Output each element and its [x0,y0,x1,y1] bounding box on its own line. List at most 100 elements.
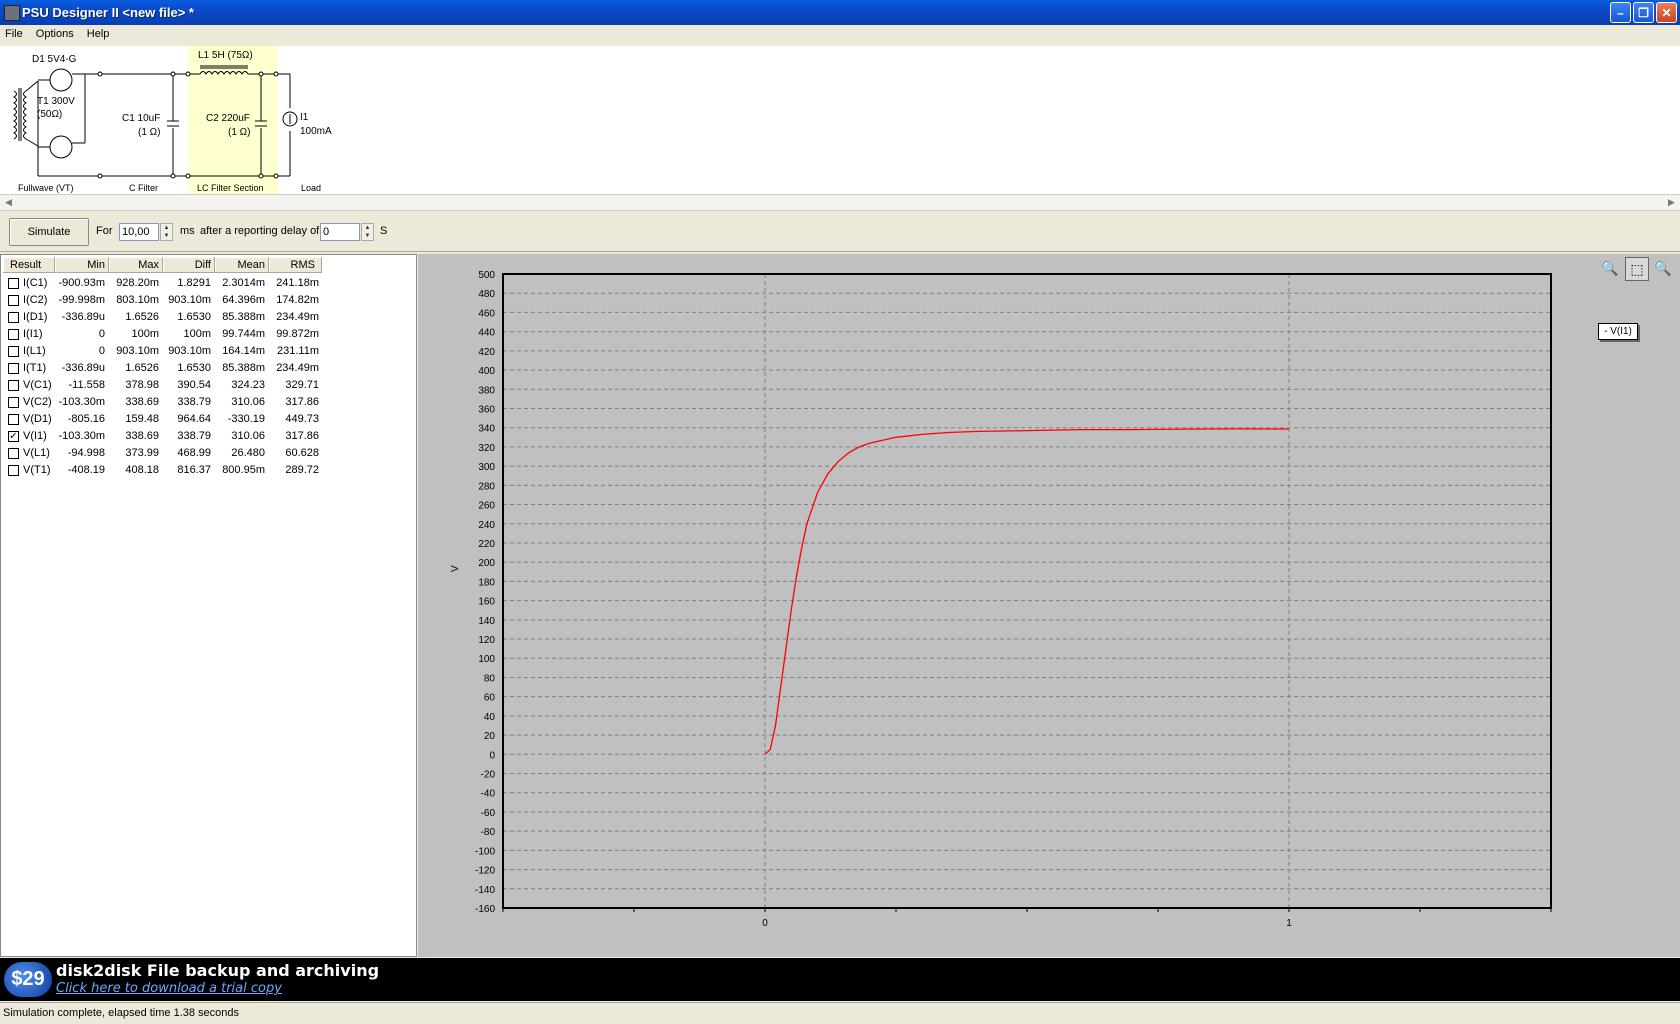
y-tick-label: -20 [481,770,496,781]
table-row[interactable]: V(T1) -408.19 408.18 816.37 800.95m 289.72 [1,462,418,479]
table-row[interactable]: I(T1) -336.89u 1.6526 1.6530 85.388m 234.49m [1,360,418,377]
y-tick-label: -120 [475,866,495,877]
y-axis-label: V [450,565,461,572]
duration-input[interactable] [119,223,159,241]
header-diff[interactable]: Diff [163,257,215,273]
header-rms[interactable]: RMS [269,257,322,273]
result-min: -103.30m [58,396,105,408]
voltage-chart[interactable]: 5004804604404204003803603403203002802602… [418,254,1680,957]
header-mean[interactable]: Mean [215,257,269,273]
for-label: For [96,225,113,237]
close-button[interactable]: ✕ [1656,2,1677,23]
section-c-filter[interactable]: C Filter [129,183,158,193]
menu-options[interactable]: Options [31,25,79,43]
result-rms: 234.49m [276,362,319,374]
result-min: -99.998m [58,294,105,306]
menu-file[interactable]: File [0,25,28,43]
y-tick-label: 300 [478,462,495,473]
y-tick-label: 180 [478,577,495,588]
result-rms: 234.49m [276,311,319,323]
menu-bar: File Options Help [0,25,1680,46]
section-fullwave[interactable]: Fullwave (VT) [18,183,74,193]
app-icon[interactable] [4,5,20,21]
result-min: -11.558 [68,379,106,391]
section-lc-filter[interactable]: LC Filter Section [197,183,264,193]
result-diff: 816.37 [177,464,211,476]
result-rms: 60.628 [285,447,319,459]
y-tick-label: 40 [484,712,496,723]
result-checkbox[interactable]: ✓ [8,431,19,442]
result-rms: 241.18m [276,277,319,289]
y-tick-label: 100 [478,654,495,665]
t1-label: T1 300V [37,96,75,107]
y-tick-label: 260 [478,501,495,512]
trial-download-link[interactable]: Click here to download a trial copy [56,981,282,996]
result-max: 928.20m [116,277,159,289]
result-max: 408.18 [125,464,159,476]
delay-spinner[interactable]: ▲ ▼ [361,223,374,241]
header-max[interactable]: Max [109,257,163,273]
delay-input[interactable] [320,223,360,241]
chart-grid [503,274,1551,908]
result-checkbox[interactable] [8,278,19,289]
result-min: -336.89u [61,311,105,323]
result-checkbox[interactable] [8,465,19,476]
ad-banner[interactable]: $29 disk2disk File backup and archiving … [0,958,1680,1001]
header-min[interactable]: Min [55,257,109,273]
y-tick-label: 460 [478,308,495,319]
minimize-button[interactable]: – [1610,2,1631,23]
result-rms: 317.86 [285,430,319,442]
result-diff: 338.79 [177,430,211,442]
result-checkbox[interactable] [8,414,19,425]
result-checkbox[interactable] [8,363,19,374]
result-checkbox[interactable] [8,329,19,340]
result-checkbox[interactable] [8,346,19,357]
table-row[interactable]: I(I1) 0 100m 100m 99.744m 99.872m [1,326,418,343]
simulate-button[interactable]: Simulate [9,218,89,246]
table-row[interactable]: ✓ V(I1) -103.30m 338.69 338.79 310.06 317.86 [1,428,418,445]
result-mean: 26.480 [231,447,265,459]
l1-label: L1 5H (75Ω) [198,50,253,61]
menu-help[interactable]: Help [82,25,115,43]
result-max: 338.69 [125,430,159,442]
delay-label: after a reporting delay of [200,225,320,237]
table-row[interactable]: I(C1) -900.93m 928.20m 1.8291 2.3014m 241.18m [1,275,418,292]
schematic-scrollbar[interactable]: ◀ ▶ [0,194,1680,211]
result-mean: 64.396m [222,294,265,306]
result-min: -336.89u [61,362,105,374]
scroll-right-icon[interactable]: ▶ [1663,195,1680,210]
result-checkbox[interactable] [8,448,19,459]
result-mean: 85.388m [222,362,265,374]
table-row[interactable]: V(D1) -805.16 159.48 964.64 -330.19 449.73 [1,411,418,428]
restore-button[interactable]: ❐ [1633,2,1654,23]
table-row[interactable]: I(L1) 0 903.10m 903.10m 164.14m 231.11m [1,343,418,360]
table-row[interactable]: V(L1) -94.998 373.99 468.99 26.480 60.628 [1,445,418,462]
result-max: 159.48 [125,413,159,425]
result-checkbox[interactable] [8,295,19,306]
duration-spinner[interactable]: ▲ ▼ [160,223,173,241]
section-load[interactable]: Load [301,183,321,193]
result-mean: 310.06 [231,396,265,408]
result-rms: 231.11m [277,345,319,357]
simulation-toolbar: Simulate For ▲▼ ms after a reporting del… [0,211,1680,252]
result-name: I(C1) [23,277,48,289]
results-table: Result Min Max Diff Mean RMS I(C1) -900.9… [0,254,417,957]
result-checkbox[interactable] [8,380,19,391]
x-tick-label: 1 [1286,918,1292,929]
table-row[interactable]: V(C2) -103.30m 338.69 338.79 310.06 317.86 [1,394,418,411]
result-min: -94.998 [67,447,105,459]
result-checkbox[interactable] [8,312,19,323]
chart-legend[interactable]: - V(I1) [1598,323,1638,340]
result-min: -103.30m [58,430,105,442]
table-row[interactable]: V(C1) -11.558 378.98 390.54 324.23 329.71 [1,377,418,394]
result-diff: 100m [183,328,211,340]
result-diff: 1.6530 [177,311,211,323]
table-row[interactable]: I(C2) -99.998m 803.10m 903.10m 64.396m 174.82… [1,292,418,309]
header-result[interactable]: Result [3,257,55,273]
result-rms: 329.71 [285,379,319,391]
result-max: 100m [131,328,159,340]
result-checkbox[interactable] [8,397,19,408]
scroll-left-icon[interactable]: ◀ [0,195,17,210]
result-name: V(T1) [23,464,51,476]
table-row[interactable]: I(D1) -336.89u 1.6526 1.6530 85.388m 234.49m [1,309,418,326]
